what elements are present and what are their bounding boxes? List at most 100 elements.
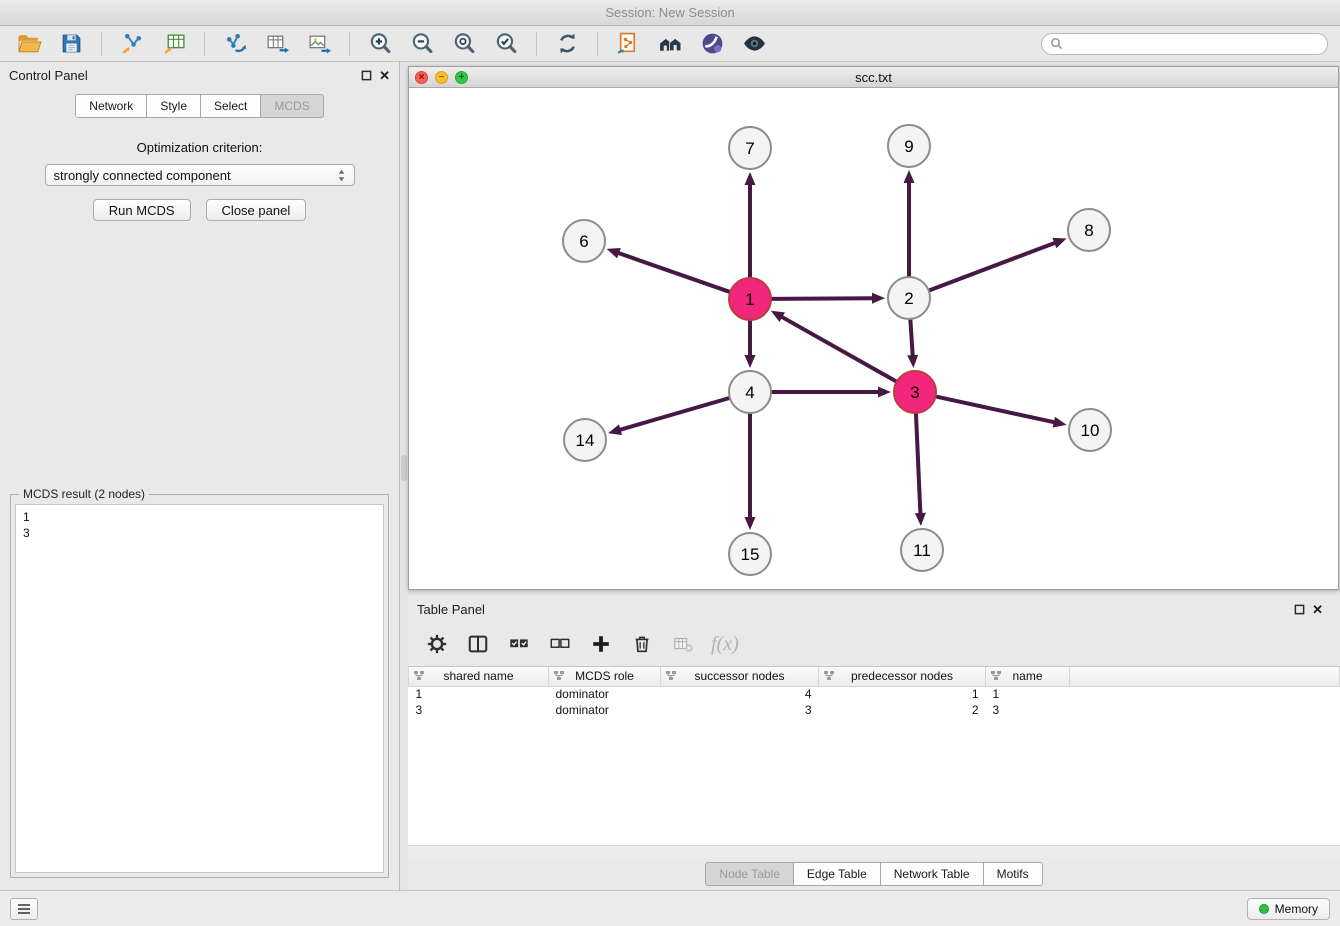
search-field[interactable] xyxy=(1041,33,1328,55)
show-columns-button[interactable] xyxy=(465,631,491,657)
style-badge-icon xyxy=(700,31,725,56)
table-row[interactable]: 3dominator323 xyxy=(409,702,1340,718)
delete-table-button[interactable] xyxy=(670,631,696,657)
zoom-selected-button[interactable] xyxy=(489,29,523,59)
control-panel-close-icon[interactable]: ✕ xyxy=(379,70,390,81)
refresh-view-button[interactable] xyxy=(550,29,584,59)
table-row[interactable]: 1dominator411 xyxy=(409,686,1340,702)
export-table-button[interactable] xyxy=(260,29,294,59)
graph-node-7[interactable]: 7 xyxy=(729,127,771,169)
tab-mcds[interactable]: MCDS xyxy=(261,94,323,118)
graph-node-6[interactable]: 6 xyxy=(563,220,605,262)
select-all-button[interactable] xyxy=(506,631,532,657)
control-panel-float-icon[interactable] xyxy=(361,70,372,81)
column-header-shared-name[interactable]: shared name xyxy=(409,667,549,686)
deselect-all-button[interactable] xyxy=(547,631,573,657)
export-image-button[interactable] xyxy=(302,29,336,59)
zoom-in-button[interactable] xyxy=(363,29,397,59)
memory-button[interactable]: Memory xyxy=(1247,898,1330,920)
table-settings-button[interactable] xyxy=(424,631,450,657)
edge-arrowhead xyxy=(904,170,915,183)
network-window-titlebar[interactable]: × − + scc.txt xyxy=(409,67,1338,88)
graph-node-14[interactable]: 14 xyxy=(564,419,606,461)
mcds-result-list[interactable]: 13 xyxy=(15,504,384,873)
graph-node-10[interactable]: 10 xyxy=(1069,409,1111,451)
table-panel-close-icon[interactable]: ✕ xyxy=(1312,604,1323,615)
edge-4-14[interactable] xyxy=(619,398,730,430)
search-input[interactable] xyxy=(1068,37,1319,51)
network-zoom-button[interactable]: + xyxy=(455,71,468,84)
add-row-button[interactable] xyxy=(588,631,614,657)
import-table-button[interactable] xyxy=(157,29,191,59)
graph-node-9[interactable]: 9 xyxy=(888,125,930,167)
graph-node-11[interactable]: 11 xyxy=(901,529,943,571)
style-wizard-button[interactable] xyxy=(695,29,729,59)
tab-motifs[interactable]: Motifs xyxy=(984,862,1043,886)
edge-arrowhead xyxy=(907,355,918,368)
run-mcds-button[interactable]: Run MCDS xyxy=(93,199,191,221)
graph-node-2[interactable]: 2 xyxy=(888,277,930,319)
zoom-fit-button[interactable] xyxy=(447,29,481,59)
status-list-button[interactable] xyxy=(10,898,38,920)
window-titlebar[interactable]: Session: New Session xyxy=(0,0,1340,26)
graph-node-1[interactable]: 1 xyxy=(729,278,771,320)
window-title: Session: New Session xyxy=(605,5,734,20)
table-cell: 3 xyxy=(986,702,1070,718)
table-cell-filler xyxy=(1070,702,1340,718)
edge-2-8[interactable] xyxy=(929,242,1057,290)
table-cell-filler xyxy=(1070,686,1340,702)
edge-2-3[interactable] xyxy=(910,319,912,357)
open-session-button[interactable] xyxy=(12,29,46,59)
network-close-button[interactable]: × xyxy=(415,71,428,84)
edge-3-10[interactable] xyxy=(936,396,1056,422)
tab-edge-table[interactable]: Edge Table xyxy=(794,862,881,886)
optimization-select[interactable]: strongly connected component xyxy=(45,164,355,186)
graph-node-4[interactable]: 4 xyxy=(729,371,771,413)
table-cell: 1 xyxy=(819,686,986,702)
graph-node-8[interactable]: 8 xyxy=(1068,209,1110,251)
edge-1-6[interactable] xyxy=(617,253,730,293)
node-table-body: 1dominator4113dominator323 xyxy=(409,686,1340,718)
edge-3-11[interactable] xyxy=(916,413,921,515)
network-minimize-button[interactable]: − xyxy=(435,71,448,84)
control-panel: Control Panel ✕ NetworkStyleSelectMCDS O… xyxy=(0,62,400,890)
graph-node-15[interactable]: 15 xyxy=(729,533,771,575)
column-header-MCDS-role[interactable]: MCDS role xyxy=(549,667,661,686)
delete-row-button[interactable] xyxy=(629,631,655,657)
tab-select[interactable]: Select xyxy=(201,94,261,118)
node-label: 15 xyxy=(741,545,760,564)
table-toolbar: f(x) xyxy=(408,622,1340,666)
tab-network[interactable]: Network xyxy=(75,94,147,118)
column-header-predecessor-nodes[interactable]: predecessor nodes xyxy=(819,667,986,686)
table-panel-title: Table Panel xyxy=(417,602,485,617)
tab-node-table[interactable]: Node Table xyxy=(705,862,794,886)
table-panel-float-icon[interactable] xyxy=(1294,604,1305,615)
network-canvas[interactable]: 7 9 6 8 1 2 4 3 14 10 15 11 xyxy=(409,88,1338,589)
export-image-icon xyxy=(307,31,332,56)
edge-1-2[interactable] xyxy=(771,298,874,299)
tab-style[interactable]: Style xyxy=(147,94,201,118)
splitter-handle[interactable] xyxy=(401,455,407,481)
export-network-button[interactable] xyxy=(218,29,252,59)
edge-3-1[interactable] xyxy=(780,316,896,382)
control-panel-tabs: NetworkStyleSelectMCDS xyxy=(0,94,399,118)
graph-node-3[interactable]: 3 xyxy=(894,371,936,413)
application-window: Session: New Session xyxy=(0,0,1340,926)
network-document-button[interactable] xyxy=(611,29,645,59)
table-cell: 3 xyxy=(661,702,819,718)
save-icon xyxy=(59,31,84,56)
zoom-out-button[interactable] xyxy=(405,29,439,59)
save-session-button[interactable] xyxy=(54,29,88,59)
edge-arrowhead xyxy=(872,293,885,304)
close-panel-button[interactable]: Close panel xyxy=(206,199,307,221)
import-network-button[interactable] xyxy=(115,29,149,59)
column-header-successor-nodes[interactable]: successor nodes xyxy=(661,667,819,686)
table-hscroll-area[interactable] xyxy=(408,845,1340,858)
analyzer-button[interactable] xyxy=(653,29,687,59)
function-builder-button[interactable]: f(x) xyxy=(711,633,739,656)
show-details-button[interactable] xyxy=(737,29,771,59)
select-all-icon xyxy=(508,633,530,655)
node-table[interactable]: shared nameMCDS rolesuccessor nodesprede… xyxy=(408,666,1340,845)
tab-network-table[interactable]: Network Table xyxy=(881,862,984,886)
column-header-name[interactable]: name xyxy=(986,667,1070,686)
